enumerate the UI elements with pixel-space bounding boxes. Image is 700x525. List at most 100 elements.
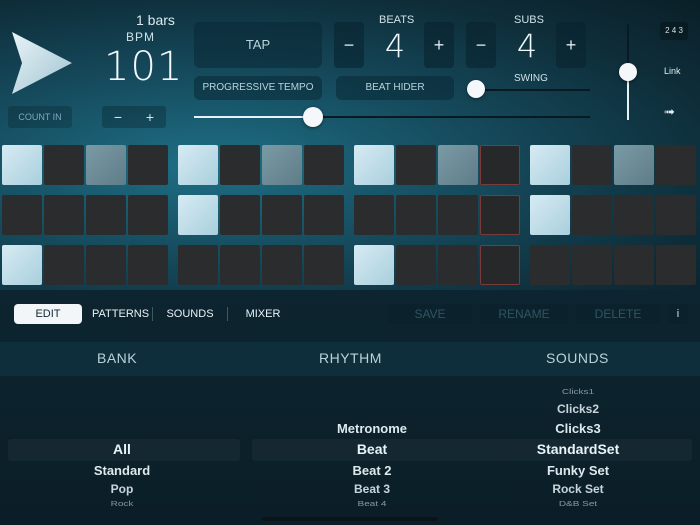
beat-cell[interactable] bbox=[262, 195, 302, 235]
picker-column-headers: BANK RHYTHM SOUNDS bbox=[0, 342, 700, 376]
beat-cell[interactable] bbox=[262, 145, 302, 185]
rhythm-option[interactable]: Beat 2 bbox=[292, 463, 452, 478]
play-icon bbox=[12, 32, 72, 94]
beat-cell[interactable] bbox=[128, 145, 168, 185]
play-button[interactable] bbox=[8, 30, 74, 96]
beat-cell[interactable] bbox=[2, 245, 42, 285]
beat-cell[interactable] bbox=[2, 145, 42, 185]
bank-option[interactable]: Rock bbox=[42, 501, 202, 509]
beat-cell[interactable] bbox=[128, 245, 168, 285]
bank-header: BANK bbox=[97, 350, 138, 366]
beat-cell[interactable] bbox=[354, 245, 394, 285]
beat-cell[interactable] bbox=[438, 245, 478, 285]
beat-cell[interactable] bbox=[44, 145, 84, 185]
beat-cell[interactable] bbox=[128, 195, 168, 235]
beat-cell[interactable] bbox=[396, 245, 436, 285]
rename-button[interactable]: RENAME bbox=[480, 304, 568, 324]
beat-cell[interactable] bbox=[44, 245, 84, 285]
tab-sounds[interactable]: SOUNDS bbox=[153, 304, 227, 324]
sounds-option[interactable]: Clicks3 bbox=[498, 421, 658, 436]
beat-cell[interactable] bbox=[614, 195, 654, 235]
beat-cell[interactable] bbox=[2, 195, 42, 235]
beat-cell[interactable] bbox=[86, 145, 126, 185]
bank-option[interactable]: All bbox=[42, 441, 202, 457]
beats-decrease-button[interactable]: − bbox=[334, 22, 364, 68]
progressive-tempo-button[interactable]: PROGRESSIVE TEMPO bbox=[194, 76, 322, 100]
beats-label: BEATS bbox=[379, 14, 415, 26]
beat-cell[interactable] bbox=[530, 245, 570, 285]
save-button[interactable]: SAVE bbox=[388, 304, 472, 324]
volume-slider-knob[interactable] bbox=[619, 63, 637, 81]
swing-slider-track[interactable] bbox=[476, 89, 590, 91]
tempo-slider-knob[interactable] bbox=[302, 107, 323, 127]
tab-patterns[interactable]: PATTERNS bbox=[82, 304, 152, 324]
subs-increase-button[interactable]: + bbox=[556, 22, 586, 68]
beat-cell[interactable] bbox=[304, 245, 344, 285]
beat-cell[interactable] bbox=[438, 195, 478, 235]
beat-cell[interactable] bbox=[396, 195, 436, 235]
beat-cell[interactable] bbox=[178, 145, 218, 185]
beat-cell[interactable] bbox=[304, 195, 344, 235]
link-icon[interactable]: 2 4 3 bbox=[660, 22, 688, 40]
beat-cell[interactable] bbox=[44, 195, 84, 235]
share-arrow-icon[interactable]: ➟ bbox=[664, 104, 675, 120]
bpm-value[interactable]: 101 bbox=[104, 44, 183, 90]
beat-cell[interactable] bbox=[480, 245, 520, 285]
beat-cell[interactable] bbox=[656, 245, 696, 285]
rhythm-option[interactable]: Metronome bbox=[292, 421, 452, 436]
sounds-option[interactable]: Rock Set bbox=[498, 482, 658, 496]
beat-cell[interactable] bbox=[178, 195, 218, 235]
subs-decrease-button[interactable]: − bbox=[466, 22, 496, 68]
sounds-option[interactable]: StandardSet bbox=[498, 441, 658, 457]
beat-cell[interactable] bbox=[572, 195, 612, 235]
info-button[interactable]: i bbox=[668, 304, 688, 324]
beat-cell[interactable] bbox=[220, 145, 260, 185]
beat-cell[interactable] bbox=[480, 195, 520, 235]
rhythm-option[interactable]: Beat bbox=[292, 441, 452, 457]
bpm-decrease-button[interactable]: − bbox=[102, 106, 134, 128]
rhythm-option[interactable]: Beat 4 bbox=[292, 501, 452, 509]
beat-cell[interactable] bbox=[530, 195, 570, 235]
beat-cell[interactable] bbox=[220, 195, 260, 235]
bank-option[interactable]: Standard bbox=[42, 463, 202, 478]
beat-cell[interactable] bbox=[354, 195, 394, 235]
beat-cell[interactable] bbox=[438, 145, 478, 185]
sounds-option[interactable]: D&B Set bbox=[498, 501, 658, 509]
beat-cell[interactable] bbox=[614, 145, 654, 185]
subs-value: 4 bbox=[516, 27, 538, 65]
beat-cell[interactable] bbox=[656, 195, 696, 235]
beat-cell[interactable] bbox=[572, 245, 612, 285]
bpm-stepper: − + bbox=[102, 106, 166, 128]
bpm-increase-button[interactable]: + bbox=[134, 106, 166, 128]
beat-cell[interactable] bbox=[86, 245, 126, 285]
link-button[interactable]: Link bbox=[664, 66, 681, 76]
beats-increase-button[interactable]: + bbox=[424, 22, 454, 68]
beat-hider-button[interactable]: BEAT HIDER bbox=[336, 76, 454, 100]
swing-slider-knob[interactable] bbox=[467, 80, 485, 98]
bank-option[interactable]: Pop bbox=[42, 482, 202, 496]
rhythm-header: RHYTHM bbox=[319, 350, 382, 366]
beat-cell[interactable] bbox=[178, 245, 218, 285]
delete-button[interactable]: DELETE bbox=[576, 304, 660, 324]
beat-cell[interactable] bbox=[262, 245, 302, 285]
beat-cell[interactable] bbox=[656, 145, 696, 185]
beat-cell[interactable] bbox=[572, 145, 612, 185]
beat-cell[interactable] bbox=[304, 145, 344, 185]
beat-cell[interactable] bbox=[530, 145, 570, 185]
sounds-header: SOUNDS bbox=[546, 350, 609, 366]
beat-cell[interactable] bbox=[396, 145, 436, 185]
tab-mixer[interactable]: MIXER bbox=[228, 304, 298, 324]
beats-value: 4 bbox=[384, 27, 406, 65]
rhythm-option[interactable]: Beat 3 bbox=[292, 482, 452, 496]
beat-cell[interactable] bbox=[614, 245, 654, 285]
beat-cell[interactable] bbox=[480, 145, 520, 185]
beat-cell[interactable] bbox=[86, 195, 126, 235]
count-in-button[interactable]: COUNT IN bbox=[8, 106, 72, 128]
beat-cell[interactable] bbox=[220, 245, 260, 285]
tab-edit[interactable]: EDIT bbox=[14, 304, 82, 324]
sounds-option[interactable]: Funky Set bbox=[498, 463, 658, 478]
sounds-option[interactable]: Clicks2 bbox=[498, 402, 658, 416]
sounds-option[interactable]: Clicks1 bbox=[498, 389, 658, 397]
beat-cell[interactable] bbox=[354, 145, 394, 185]
tap-button[interactable]: TAP bbox=[194, 22, 322, 68]
